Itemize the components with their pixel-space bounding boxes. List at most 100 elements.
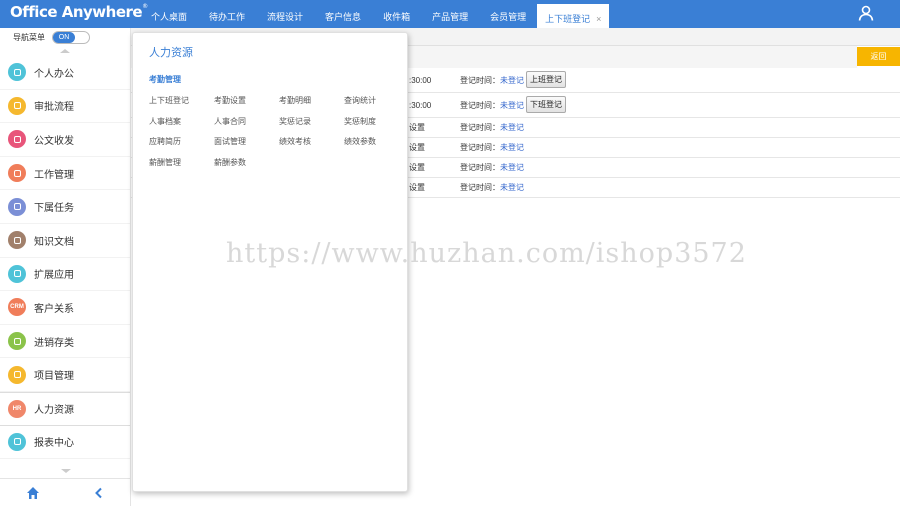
work-icon <box>8 164 26 183</box>
dropdown-link[interactable]: 应聘简历 <box>149 136 214 147</box>
return-button[interactable]: 返回 <box>857 47 900 66</box>
sidebar-bottom-bar <box>0 478 131 506</box>
dropdown-links: 上下班登记 考勤设置 考勤明细 查询统计 人事档案 人事合同 奖惩记录 奖惩制度 应聘简历 面试管… <box>149 95 405 168</box>
approval-icon <box>8 96 26 115</box>
row-label: 登记时间：未登记 <box>460 76 524 85</box>
dropdown-link[interactable]: 考勤设置 <box>214 95 279 106</box>
row-time: :30:00 <box>409 101 432 110</box>
scroll-down-button[interactable] <box>0 466 131 476</box>
nav-menu-toggle: 导航菜单 ON <box>0 28 130 46</box>
top-nav: 个人桌面 待办工作 流程设计 客户信息 收件箱 产品管理 会员管理 上下班登记 × <box>140 0 610 28</box>
sidebar-item-label: 进销存类 <box>34 337 74 349</box>
dropdown-section-title[interactable]: 考勤管理 <box>149 74 181 85</box>
sidebar-item[interactable]: HR 人力资源 <box>0 391 130 426</box>
top-nav-item[interactable]: 待办工作 <box>198 0 256 28</box>
cart-icon <box>8 332 26 351</box>
sidebar-item[interactable]: 审批流程 <box>0 90 130 124</box>
person-icon <box>8 63 26 82</box>
top-nav-item[interactable]: 会员管理 <box>479 0 537 28</box>
team-icon <box>8 197 26 216</box>
dropdown-link[interactable]: 绩效参数 <box>344 136 409 147</box>
sidebar-item-label: 工作管理 <box>34 169 74 181</box>
scroll-up-button[interactable] <box>0 46 130 56</box>
row-label: 登记时间：未登记 <box>460 143 524 152</box>
sidebar-item-label: 报表中心 <box>34 438 74 450</box>
sidebar-item[interactable]: 扩展应用 <box>0 258 130 292</box>
sidebar-item-label: 扩展应用 <box>34 270 74 282</box>
top-nav-item[interactable]: 流程设计 <box>256 0 314 28</box>
row-label: 登记时间：未登记 <box>460 183 524 192</box>
sidebar-item[interactable]: CRM 客户关系 <box>0 291 130 325</box>
sidebar-item-label: 个人办公 <box>34 68 74 80</box>
sidebar-item[interactable]: 项目管理 <box>0 358 130 392</box>
row-status: 未登记 <box>500 163 524 172</box>
document-icon <box>8 130 26 149</box>
report-icon <box>8 432 26 451</box>
row-status: 未登记 <box>500 143 524 152</box>
nav-menu-label: 导航菜单 <box>13 32 45 42</box>
top-bar: Office Anywhere® 个人桌面 待办工作 流程设计 客户信息 收件箱 产品管理… <box>0 0 900 28</box>
close-icon[interactable]: × <box>596 14 601 24</box>
sidebar-item[interactable]: 工作管理 <box>0 157 130 191</box>
sidebar-menu: 个人办公审批流程公文收发工作管理下属任务知识文档扩展应用 CRM 客户关系进销存类项… <box>0 56 130 460</box>
dropdown-link[interactable]: 绩效考核 <box>279 136 344 147</box>
sidebar-item-label: 审批流程 <box>34 102 74 114</box>
hr-icon: HR <box>8 399 26 418</box>
sidebar-item[interactable]: 知识文档 <box>0 224 130 258</box>
row-time: :30:00 <box>409 76 432 85</box>
sidebar-item-label: 知识文档 <box>34 236 74 248</box>
top-nav-item[interactable]: 客户信息 <box>314 0 372 28</box>
sidebar-item-label: 公文收发 <box>34 135 74 147</box>
top-nav-item[interactable]: 个人桌面 <box>140 0 198 28</box>
dropdown-link[interactable]: 薪酬管理 <box>149 157 214 168</box>
row-status: 未登记 <box>500 123 524 132</box>
row-status: 未登记 <box>500 76 524 85</box>
row-status: 未登记 <box>500 101 524 110</box>
tab-label: 上下班登记 <box>545 14 591 24</box>
sidebar-item[interactable]: 进销存类 <box>0 325 130 359</box>
row-time: 设置 <box>409 123 425 132</box>
home-icon[interactable] <box>26 486 40 500</box>
crm-icon: CRM <box>8 298 26 317</box>
watermark: https://www.huzhan.com/ishop3572 <box>226 238 747 269</box>
sidebar-item-label: 项目管理 <box>34 371 74 383</box>
dropdown-link[interactable]: 奖惩制度 <box>344 116 409 127</box>
top-nav-item[interactable]: 产品管理 <box>421 0 479 28</box>
dropdown-title: 人力资源 <box>149 47 193 59</box>
sidebar-item[interactable]: 个人办公 <box>0 56 130 90</box>
row-label: 登记时间：未登记 <box>460 101 524 110</box>
extension-icon <box>8 264 26 283</box>
row-time: 设置 <box>409 143 425 152</box>
sidebar-item[interactable]: 下属任务 <box>0 190 130 224</box>
sidebar: 导航菜单 ON 个人办公审批流程公文收发工作管理下属任务知识文档扩展应用 CRM 客… <box>0 28 131 506</box>
dropdown-link[interactable]: 查询统计 <box>344 95 409 106</box>
register-button[interactable]: 上班登记 <box>526 71 566 88</box>
book-icon <box>8 231 26 250</box>
dropdown-link[interactable]: 上下班登记 <box>149 95 214 106</box>
sidebar-item[interactable]: 报表中心 <box>0 426 130 460</box>
row-label: 登记时间：未登记 <box>460 123 524 132</box>
top-nav-item[interactable]: 收件箱 <box>372 0 421 28</box>
dropdown-link[interactable]: 面试管理 <box>214 136 279 147</box>
sidebar-item-label: 客户关系 <box>34 303 74 315</box>
user-icon[interactable] <box>858 5 874 21</box>
row-label: 登记时间：未登记 <box>460 163 524 172</box>
caret-up-icon <box>60 49 70 53</box>
register-button[interactable]: 下班登记 <box>526 96 566 113</box>
sidebar-item-label: 下属任务 <box>34 203 74 215</box>
chevron-left-icon[interactable] <box>93 487 105 499</box>
dropdown-link[interactable]: 人事档案 <box>149 116 214 127</box>
dropdown-link[interactable]: 人事合同 <box>214 116 279 127</box>
caret-down-icon <box>60 469 71 473</box>
dropdown-link[interactable]: 奖惩记录 <box>279 116 344 127</box>
sidebar-item-label: 人力资源 <box>34 405 74 417</box>
tab-active[interactable]: 上下班登记 × <box>537 4 610 28</box>
dropdown-link[interactable]: 薪酬参数 <box>214 157 279 168</box>
row-status: 未登记 <box>500 183 524 192</box>
project-icon <box>8 365 26 384</box>
dropdown-link[interactable]: 考勤明细 <box>279 95 344 106</box>
sidebar-item[interactable]: 公文收发 <box>0 123 130 157</box>
row-time: 设置 <box>409 183 425 192</box>
nav-menu-switch[interactable]: ON <box>52 30 90 44</box>
row-time: 设置 <box>409 163 425 172</box>
